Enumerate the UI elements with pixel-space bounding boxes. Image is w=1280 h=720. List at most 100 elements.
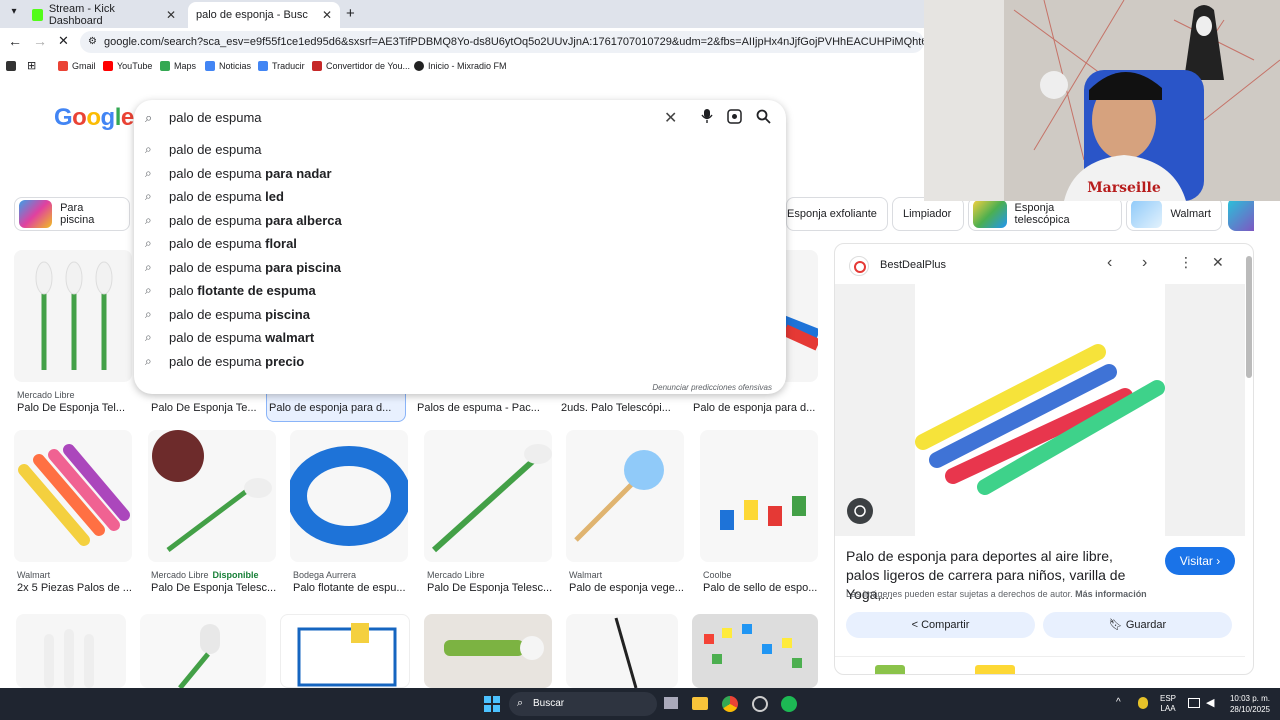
tab-label: Stream - Kick Dashboard xyxy=(48,3,115,27)
show-hidden-icons-icon[interactable]: ^ xyxy=(1116,697,1121,708)
panel-scrollbar[interactable] xyxy=(1246,256,1252,378)
network-icon[interactable] xyxy=(1188,698,1200,708)
steam-icon[interactable] xyxy=(752,696,768,712)
suggestion-completion-text: precio xyxy=(265,353,305,369)
result-source: Walmart xyxy=(17,570,54,580)
forward-icon[interactable]: → xyxy=(33,33,47,49)
bookmark-noticias[interactable]: Noticias xyxy=(205,61,251,71)
chip-walmart[interactable]: Walmart xyxy=(1126,197,1222,231)
bookmark-youtube[interactable]: YouTube xyxy=(103,61,152,71)
result-source: Walmart xyxy=(569,570,606,580)
back-icon[interactable]: ← xyxy=(8,33,22,49)
chip-esponja-telescopica[interactable]: Esponja telescópica xyxy=(968,197,1122,231)
suggestion-item[interactable]: ⌕ palo de espuma led xyxy=(134,185,786,208)
result-title[interactable]: Palo flotante de espu... xyxy=(293,582,417,594)
suggestion-item[interactable]: ⌕ palo de espuma para piscina xyxy=(134,256,786,279)
voice-search-icon[interactable] xyxy=(701,108,713,124)
lens-search-icon[interactable] xyxy=(727,109,742,129)
bookmark-convertidor[interactable]: Convertidor de You... xyxy=(312,61,410,71)
suggestion-completion-text: walmart xyxy=(265,330,315,345)
previous-image-icon[interactable]: ‹ xyxy=(1107,254,1112,272)
volume-icon[interactable]: ◀ xyxy=(1206,696,1214,709)
chip-limpiador[interactable]: Limpiador xyxy=(892,197,964,231)
language-indicator[interactable]: ESP LAA xyxy=(1160,694,1176,714)
suggestion-item[interactable]: ⌕ palo de espuma para alberca xyxy=(134,209,786,232)
translate-icon xyxy=(258,61,268,71)
suggestion-item[interactable]: ⌕ palo flotante de espuma xyxy=(134,279,786,302)
bookmark-gmail[interactable]: Gmail xyxy=(58,61,96,71)
apps-grid-icon[interactable]: ⊞ xyxy=(27,59,36,72)
clock[interactable]: 10:03 p. m. 28/10/2025 xyxy=(1226,693,1270,715)
bookmark-label: Maps xyxy=(174,61,197,71)
search-input[interactable]: palo de espuma xyxy=(169,110,262,125)
new-tab-icon[interactable]: + xyxy=(346,5,355,22)
save-button[interactable]: 🔖︎ Guardar xyxy=(1043,612,1232,638)
close-tab-icon[interactable]: ✕ xyxy=(166,8,176,22)
taskbar-search[interactable]: ⌕ Buscar xyxy=(509,692,657,716)
clock-date: 28/10/2025 xyxy=(1229,705,1270,714)
search-submit-icon[interactable] xyxy=(756,109,771,129)
clock-time: 10:03 p. m. xyxy=(1229,694,1270,703)
result-title[interactable]: Palo de sello de espo... xyxy=(703,582,827,594)
bookmark-label: Convertidor de You... xyxy=(326,61,411,71)
suggestion-base-text: palo de espuma xyxy=(169,259,266,275)
suggestion-base-text: palo de espuma xyxy=(169,212,266,228)
search-icon: ⌕ xyxy=(145,353,152,368)
tab-strip: ▾ Stream - Kick Dashboard ✕ palo de espo… xyxy=(0,0,924,28)
visit-button[interactable]: Visitar › xyxy=(1165,547,1235,575)
suggestion-item[interactable]: ⌕ palo de espuma xyxy=(134,138,786,161)
suggestion-item[interactable]: ⌕ palo de espuma precio xyxy=(134,350,786,373)
result-title[interactable]: Palo de esponja para d... xyxy=(693,402,827,414)
task-view-icon[interactable] xyxy=(664,697,678,709)
chip-para-piscina[interactable]: Para piscina xyxy=(14,197,130,231)
suggestion-item[interactable]: ⌕ palo de espuma piscina xyxy=(134,303,786,326)
result-title[interactable]: Palo De Esponja Te... xyxy=(151,402,275,414)
site-info-icon[interactable]: ⚙ xyxy=(88,31,97,53)
suggestion-item[interactable]: ⌕ palo de espuma para nadar xyxy=(134,162,786,185)
suggestion-item[interactable]: ⌕ palo de espuma walmart xyxy=(134,326,786,349)
bookmark-maps[interactable]: Maps xyxy=(160,61,196,71)
stop-loading-icon[interactable]: ✕ xyxy=(58,33,69,49)
start-button-icon[interactable] xyxy=(484,696,500,715)
next-image-icon[interactable]: › xyxy=(1142,254,1147,272)
share-button[interactable]: < Compartir xyxy=(846,612,1035,638)
source-favicon-icon xyxy=(849,256,869,276)
bookmark-mixradio[interactable]: Inicio - Mixradio FM xyxy=(414,61,507,71)
chip-label: Esponja exfoliante xyxy=(787,208,877,220)
bookmark-traducir[interactable]: Traducir xyxy=(258,61,305,71)
chip-esponja-exfoliante[interactable]: Esponja exfoliante xyxy=(786,197,888,231)
report-predictions-link[interactable]: Denunciar predicciones ofensivas xyxy=(652,383,772,392)
preview-image[interactable] xyxy=(835,284,1245,536)
close-tab-icon[interactable]: ✕ xyxy=(322,8,332,22)
tab-kick-dashboard[interactable]: Stream - Kick Dashboard ✕ xyxy=(24,2,184,28)
result-image xyxy=(148,430,276,562)
result-title[interactable]: Palos de espuma - Pac... xyxy=(417,402,563,414)
more-info-link[interactable]: Más información xyxy=(1075,589,1147,599)
result-title[interactable]: 2uds. Palo Telescópi... xyxy=(561,402,691,414)
result-image xyxy=(692,614,818,688)
result-title[interactable]: 2x 5 Piezas Palos de ... xyxy=(17,582,141,594)
tab-search-dropdown-icon[interactable]: ▾ xyxy=(6,6,22,22)
result-title[interactable]: Palo de esponja para d... xyxy=(269,402,415,414)
suggestion-base-text: palo de espuma xyxy=(169,189,266,204)
more-options-icon[interactable]: ⋮ xyxy=(1179,254,1193,271)
result-title[interactable]: Palo De Esponja Telesc... xyxy=(427,582,561,594)
close-panel-icon[interactable]: ✕ xyxy=(1212,254,1224,271)
tab-google-search[interactable]: palo de esponja - Buscar con G ✕ xyxy=(188,2,340,28)
spotify-icon[interactable] xyxy=(781,696,797,712)
share-label: Compartir xyxy=(921,619,970,631)
chip-overflow[interactable] xyxy=(1228,197,1254,231)
microphone-icon[interactable] xyxy=(1138,697,1148,709)
result-title[interactable]: Palo De Esponja Tel... xyxy=(17,402,141,414)
google-logo[interactable]: Google xyxy=(54,104,134,132)
file-explorer-icon[interactable] xyxy=(692,697,708,710)
address-bar[interactable]: ⚙ google.com/search?sca_esv=e9f55f1ce1ed… xyxy=(80,31,924,53)
result-title[interactable]: Palo De Esponja Telesc... xyxy=(151,582,285,594)
search-icon: ⌕ xyxy=(145,236,152,250)
bookmark-folder-icon[interactable] xyxy=(6,61,16,71)
chrome-icon[interactable] xyxy=(722,696,738,712)
source-name[interactable]: BestDealPlus xyxy=(880,259,946,271)
clear-search-icon[interactable]: ✕ xyxy=(664,108,677,128)
suggestion-item[interactable]: ⌕ palo de espuma floral xyxy=(134,232,786,255)
result-title[interactable]: Palo de esponja vege... xyxy=(569,582,693,594)
